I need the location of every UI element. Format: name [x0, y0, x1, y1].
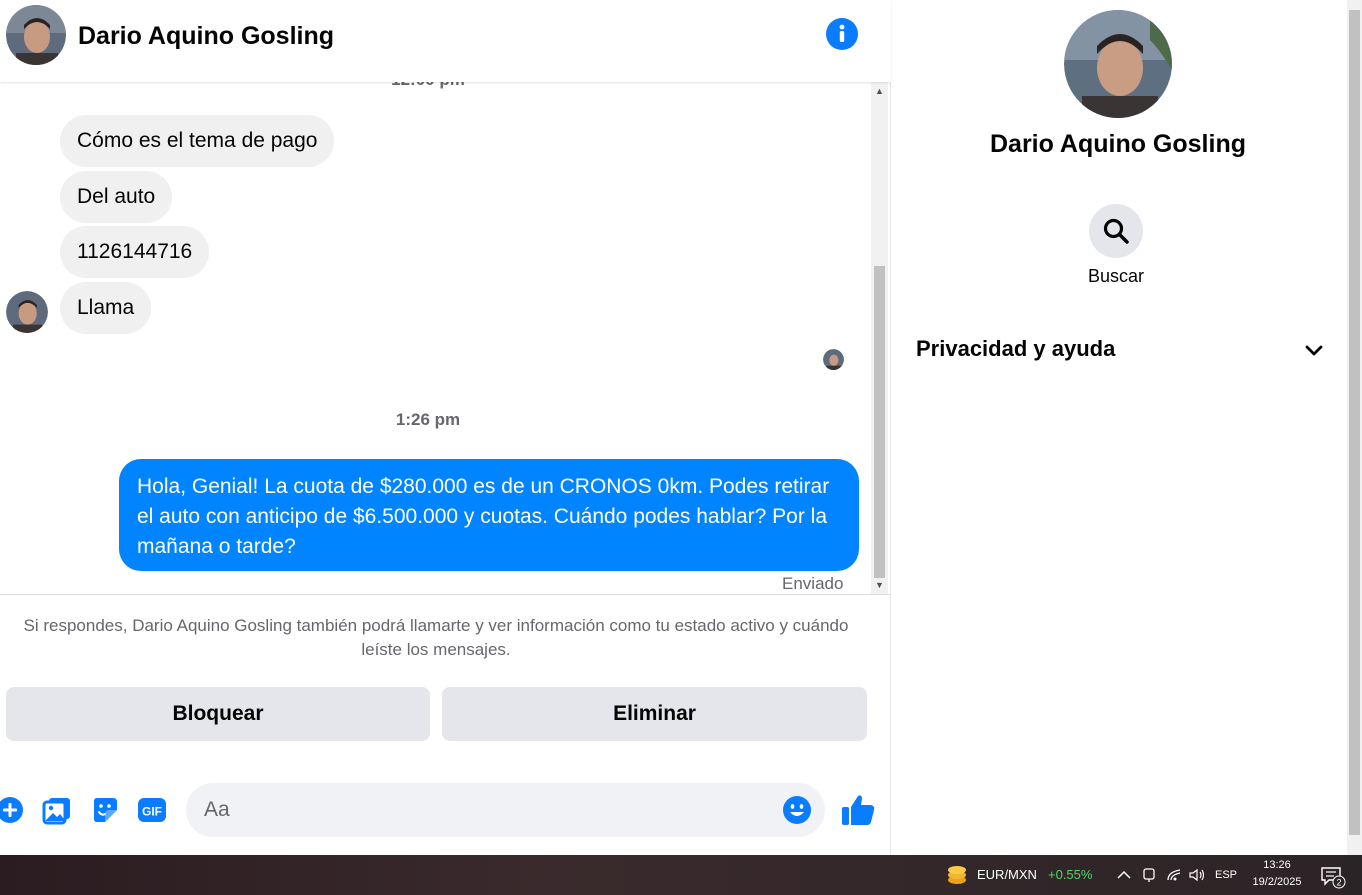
delete-button[interactable]: Eliminar: [442, 687, 867, 741]
meet-now-icon[interactable]: [1140, 866, 1158, 884]
gif-button[interactable]: GIF: [137, 795, 167, 825]
notifications-icon[interactable]: 2: [1320, 865, 1346, 889]
seen-receipt-avatar: [823, 349, 844, 370]
gif-icon: GIF: [138, 798, 166, 822]
search-button[interactable]: [1089, 204, 1143, 258]
coins-icon[interactable]: [946, 864, 968, 886]
outgoing-message[interactable]: Hola, Genial! La cuota de $280.000 es de…: [119, 459, 859, 571]
thumbs-up-icon[interactable]: [840, 793, 876, 827]
page-scrollbar[interactable]: [1347, 0, 1362, 855]
scroll-up-arrow-icon[interactable]: ▲: [871, 86, 888, 96]
plus-icon: [0, 797, 23, 823]
photo-button[interactable]: [42, 795, 72, 825]
page-scroll-thumb[interactable]: [1349, 10, 1360, 835]
timestamp: 12:00 pm: [0, 82, 856, 90]
privacy-help-label: Privacidad y ayuda: [916, 336, 1116, 361]
chat-header: Dario Aquino Gosling: [0, 0, 891, 82]
scroll-down-arrow-icon[interactable]: ▼: [871, 580, 888, 590]
info-button[interactable]: [826, 18, 858, 50]
incoming-message[interactable]: Llama: [60, 282, 152, 334]
plus-button[interactable]: [0, 795, 25, 825]
sender-avatar: [6, 291, 48, 333]
search-icon: [1103, 218, 1129, 244]
messenger-window: Dario Aquino Gosling 12:00 pm Cómo es el…: [0, 0, 1362, 855]
language-indicator[interactable]: ESP: [1212, 866, 1240, 884]
chevron-up-icon[interactable]: [1116, 866, 1132, 884]
contact-name[interactable]: Dario Aquino Gosling: [78, 22, 334, 51]
message-list[interactable]: 12:00 pm Cómo es el tema de pago Del aut…: [0, 82, 871, 594]
contact-avatar[interactable]: [6, 5, 66, 65]
wifi-icon[interactable]: [1165, 866, 1183, 884]
windows-taskbar: EUR/MXN +0.55% ESP 13:26 19/2/2025 2: [0, 855, 1362, 895]
timestamp: 1:26 pm: [395, 410, 461, 429]
photo-icon: [42, 798, 70, 825]
profile-panel: Dario Aquino Gosling Buscar Privacidad y…: [892, 0, 1347, 855]
gif-label: GIF: [142, 805, 162, 819]
incoming-message[interactable]: Cómo es el tema de pago: [60, 115, 335, 167]
request-notice: Si respondes, Dario Aquino Gosling tambi…: [23, 616, 849, 659]
emoji-icon[interactable]: [782, 795, 812, 825]
search-label[interactable]: Buscar: [1066, 266, 1166, 287]
chevron-down-icon: [1305, 345, 1323, 356]
info-icon: [839, 24, 845, 42]
message-input[interactable]: [204, 783, 774, 837]
sticker-icon: [94, 798, 117, 822]
volume-icon[interactable]: [1187, 866, 1207, 884]
currency-change: +0.55%: [1048, 867, 1093, 882]
scroll-thumb[interactable]: [874, 266, 885, 578]
notification-count: 2: [1336, 878, 1341, 888]
message-input-wrapper: [186, 783, 825, 837]
clock-time[interactable]: 13:26: [1250, 859, 1304, 871]
sticker-button[interactable]: [90, 795, 120, 825]
privacy-help-section[interactable]: Privacidad y ayuda: [906, 326, 1326, 372]
clock-date[interactable]: 19/2/2025: [1250, 876, 1304, 888]
block-button[interactable]: Bloquear: [6, 687, 430, 741]
incoming-message[interactable]: 1126144716: [60, 226, 210, 278]
message-scrollbar[interactable]: ▲ ▼: [871, 82, 888, 594]
chat-panel: Dario Aquino Gosling 12:00 pm Cómo es el…: [0, 0, 891, 855]
divider: [0, 594, 891, 595]
incoming-message[interactable]: Del auto: [60, 171, 173, 223]
currency-pair[interactable]: EUR/MXN: [977, 867, 1037, 882]
profile-avatar[interactable]: [1064, 10, 1172, 118]
profile-name: Dario Aquino Gosling: [989, 130, 1246, 158]
delivery-status: Enviado: [782, 574, 844, 593]
